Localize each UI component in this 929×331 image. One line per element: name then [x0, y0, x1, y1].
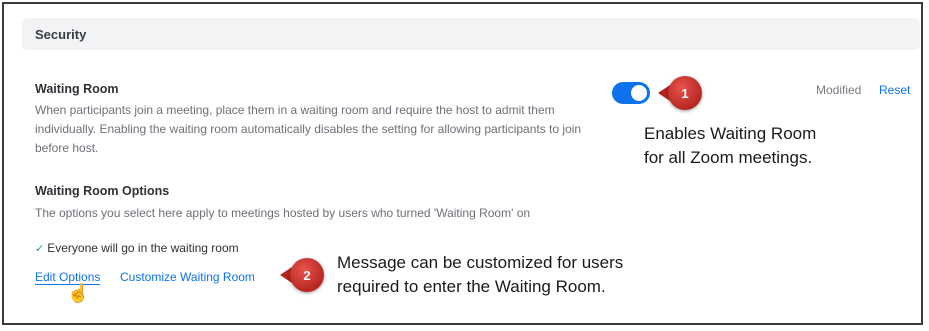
section-header: Security	[22, 18, 920, 50]
reset-button[interactable]: Reset	[879, 83, 910, 97]
selected-option: ✓ Everyone will go in the waiting room	[35, 241, 239, 255]
callout-1-text: Enables Waiting Room for all Zoom meetin…	[644, 122, 816, 170]
section-title: Security	[35, 27, 87, 42]
customize-waiting-room-link[interactable]: Customize Waiting Room	[120, 270, 255, 284]
waiting-room-description: When participants join a meeting, place …	[35, 103, 582, 155]
screenshot-frame: Security Waiting Room When participants …	[2, 2, 923, 325]
waiting-room-toggle[interactable]	[612, 82, 650, 104]
callout-1-badge: 1	[668, 76, 702, 110]
selected-option-label: Everyone will go in the waiting room	[47, 241, 239, 255]
callout-2-badge: 2	[290, 258, 324, 292]
check-icon: ✓	[35, 243, 45, 255]
callout-2-line1: Message can be customized for users	[337, 253, 624, 272]
hand-pointer-icon: ☝	[67, 283, 90, 303]
waiting-room-options-title: Waiting Room Options	[35, 184, 170, 198]
callout-1-line2: for all Zoom meetings.	[644, 148, 813, 167]
waiting-room-options-description: The options you select here apply to mee…	[35, 206, 531, 220]
status-badge: Modified	[816, 83, 862, 97]
toggle-knob	[631, 85, 647, 101]
callout-2-line2: required to enter the Waiting Room.	[337, 277, 606, 296]
waiting-room-title: Waiting Room	[35, 82, 119, 96]
callout-1-line1: Enables Waiting Room	[644, 124, 817, 143]
callout-2-text: Message can be customized for users requ…	[337, 251, 623, 299]
